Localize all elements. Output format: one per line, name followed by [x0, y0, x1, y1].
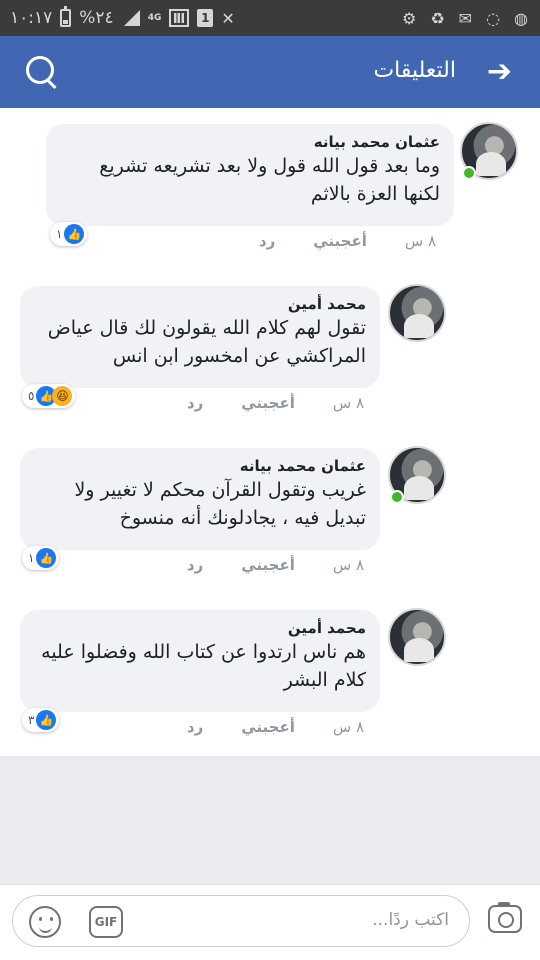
status-bar: ١٠:١٧ %٢٤ 4G 1 ✕ ⚙ ♻ ✉ ◌ ◍ [0, 0, 540, 36]
reaction-summary[interactable]: ٣ 👍 [22, 708, 60, 732]
reaction-summary[interactable]: ١ 👍 [50, 222, 88, 246]
reaction-summary[interactable]: ٥ 👍 😆 [22, 384, 76, 408]
comment-author[interactable]: محمد أمين [34, 294, 366, 314]
comment-text: وما بعد قول الله قول ولا بعد تشريعه تشري… [99, 155, 440, 205]
comment-item: محمد أمين تقول لهم كلام الله يقولون لك ق… [0, 270, 540, 432]
like-button[interactable]: أعجبني [241, 556, 295, 574]
gif-button[interactable]: GIF [89, 906, 123, 938]
comment-time: ٨ س [332, 394, 364, 412]
network-type: 4G [147, 12, 162, 23]
haha-reaction-icon: 😆 [52, 386, 73, 406]
comment-bubble[interactable]: عثمان محمد بيانه وما بعد قول الله قول ول… [46, 124, 454, 226]
online-indicator [462, 166, 476, 180]
sim-icon: 1 [197, 9, 214, 27]
comment-composer: GIF اكتب ردًا... [0, 884, 540, 960]
comment-time: ٨ س [332, 718, 364, 736]
comment-bubble[interactable]: محمد أمين هم ناس ارتدوا عن كتاب الله وفض… [20, 610, 380, 712]
camera-icon[interactable] [488, 902, 522, 933]
comment-item: عثمان محمد بيانه وما بعد قول الله قول ول… [0, 108, 540, 270]
battery-icon [60, 6, 72, 27]
comment-bubble[interactable]: محمد أمين تقول لهم كلام الله يقولون لك ق… [20, 286, 380, 388]
like-reaction-icon: 👍 [36, 548, 57, 568]
like-button[interactable]: أعجبني [241, 394, 295, 412]
comment-actions: ٨ س أعجبني رد [259, 230, 436, 252]
comment-text: هم ناس ارتدوا عن كتاب الله وفضلوا عليه ك… [41, 641, 366, 691]
recycle-icon: ♻ [430, 8, 445, 28]
comment-text: غريب وتقول القرآن محكم لا تغيير ولا تبدي… [74, 479, 366, 529]
app-header: ➔ التعليقات [0, 36, 540, 108]
online-indicator [390, 490, 404, 504]
comment-time: ٨ س [404, 232, 436, 250]
comment-time: ٨ س [332, 556, 364, 574]
mail-icon: ✉ [458, 8, 473, 28]
comment-actions: ٨ س أعجبني رد [187, 392, 364, 414]
reply-button[interactable]: رد [187, 718, 203, 736]
signal-icon [122, 10, 140, 26]
status-bar-left: ١٠:١٧ %٢٤ 4G 1 ✕ [10, 0, 235, 36]
settings-icon: ⚙ [401, 8, 417, 28]
signal-bars-icon [169, 9, 190, 27]
reaction-count: ١ [56, 227, 63, 241]
reaction-count: ٣ [28, 713, 35, 727]
reply-button[interactable]: رد [187, 556, 203, 574]
back-arrow-icon[interactable]: ➔ [487, 54, 512, 90]
comment-item: محمد أمين هم ناس ارتدوا عن كتاب الله وفض… [0, 594, 540, 756]
reply-placeholder: اكتب ردًا... [372, 910, 449, 930]
comment-item: عثمان محمد بيانه غريب وتقول القرآن محكم … [0, 432, 540, 594]
status-time: ١٠:١٧ [10, 8, 53, 28]
reaction-count: ١ [28, 551, 35, 565]
like-button[interactable]: أعجبني [313, 232, 367, 250]
comment-actions: ٨ س أعجبني رد [187, 554, 364, 576]
reply-input[interactable]: GIF اكتب ردًا... [12, 895, 470, 947]
like-reaction-icon: 👍 [36, 710, 57, 730]
comment-author[interactable]: عثمان محمد بيانه [34, 456, 366, 476]
page-title: التعليقات [373, 58, 456, 83]
search-icon[interactable] [24, 54, 60, 90]
comment-author[interactable]: محمد أمين [34, 618, 366, 638]
reaction-summary[interactable]: ١ 👍 [22, 546, 60, 570]
like-button[interactable]: أعجبني [241, 718, 295, 736]
mute-icon: ✕ [221, 8, 235, 28]
comment-actions: ٨ س أعجبني رد [187, 716, 364, 738]
messenger-icon: ◍ [514, 8, 528, 28]
reply-button[interactable]: رد [259, 232, 275, 250]
like-reaction-icon: 👍 [64, 224, 85, 244]
comment-bubble[interactable]: عثمان محمد بيانه غريب وتقول القرآن محكم … [20, 448, 380, 550]
comment-author[interactable]: عثمان محمد بيانه [60, 132, 440, 152]
notification-icons: ⚙ ♻ ✉ ◌ ◍ [402, 0, 528, 36]
reaction-count: ٥ [28, 389, 35, 403]
reply-button[interactable]: رد [187, 394, 203, 412]
emoji-icon[interactable] [29, 906, 61, 938]
avatar[interactable] [388, 284, 446, 342]
battery-percent: %٢٤ [79, 8, 114, 28]
wifi-icon: ◌ [486, 8, 501, 28]
comment-text: تقول لهم كلام الله يقولون لك قال عياض ال… [47, 317, 366, 367]
avatar[interactable] [388, 608, 446, 666]
comments-list: عثمان محمد بيانه وما بعد قول الله قول ول… [0, 108, 540, 756]
